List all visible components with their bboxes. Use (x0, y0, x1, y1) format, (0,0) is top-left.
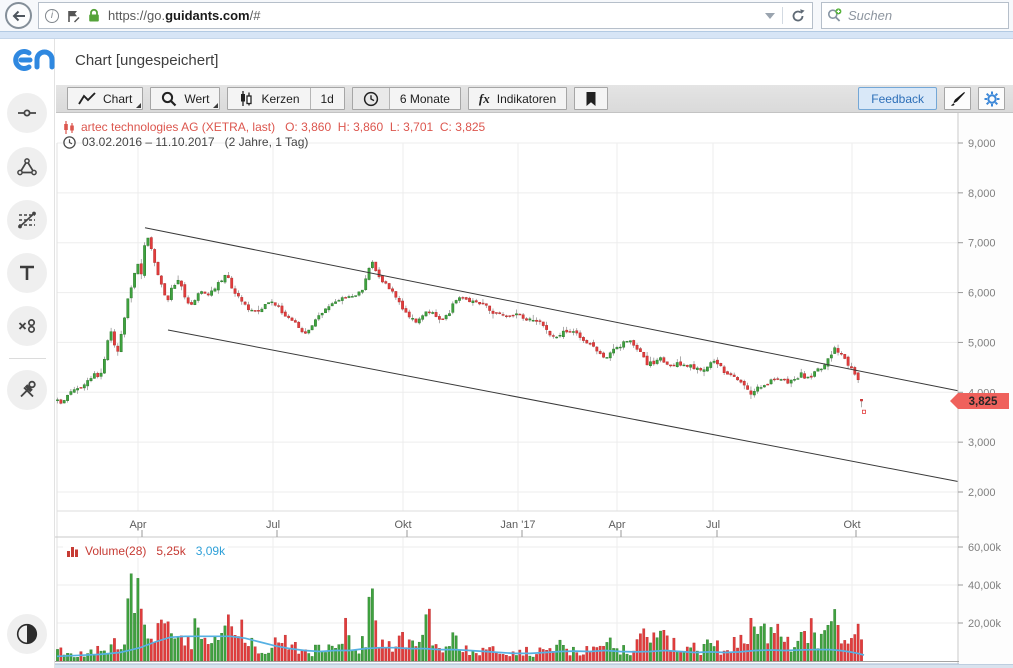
trendline-icon (18, 109, 36, 117)
page-info-icon[interactable]: i (45, 8, 59, 23)
candle-interval-group: Kerzen 1d (227, 87, 345, 110)
svg-text:40,00k: 40,00k (968, 580, 1002, 592)
instrument-name[interactable]: artec technologies AG (XETRA, last) (81, 120, 275, 134)
toolbox-button[interactable] (7, 370, 47, 410)
page: i https://go.guidants.com/# Suchen Chart… (0, 0, 1013, 668)
pattern-icon (17, 158, 37, 176)
bookmark-icon (586, 91, 596, 106)
indikatoren-button[interactable]: fx Indikatoren (467, 87, 568, 110)
chart-area[interactable]: Apr Jul Okt Jan '17 Apr Jul Okt 9,000 8,000 7,000… (55, 113, 1013, 668)
toolbar-right-group: Feedback (858, 87, 1013, 110)
text-tool-icon (20, 265, 34, 280)
chart-type-button[interactable]: Chart (67, 87, 144, 110)
browser-toolbar: i https://go.guidants.com/# (0, 0, 1013, 31)
interval-label: 1d (320, 91, 334, 106)
divider (782, 7, 783, 24)
theme-brush-button[interactable] (944, 87, 971, 110)
dropdown-corner (213, 103, 219, 108)
brush-icon (950, 91, 965, 106)
candlestick-icon (241, 91, 253, 106)
svg-text:Jul: Jul (706, 519, 720, 531)
candle-legend-icon (64, 120, 74, 134)
contrast-toggle-button[interactable] (7, 614, 47, 654)
kerzen-label: Kerzen (261, 91, 300, 106)
clock-small-icon (63, 135, 76, 149)
guidants-logo[interactable] (9, 45, 57, 75)
sidebar-divider (9, 358, 46, 359)
time-range-icon-segment[interactable] (352, 88, 389, 109)
url-bar[interactable]: i https://go.guidants.com/# (38, 2, 813, 29)
svg-text:20,00k: 20,00k (968, 618, 1002, 630)
svg-text:6,000: 6,000 (968, 288, 996, 300)
search-input[interactable] (848, 8, 988, 23)
clock-icon (363, 91, 379, 106)
volume-average-value: 3,09k (195, 544, 226, 558)
https-lock-icon[interactable] (87, 8, 101, 23)
settings-button[interactable] (978, 87, 1005, 110)
svg-text:8,000: 8,000 (968, 188, 996, 200)
svg-text:60,00k: 60,00k (968, 542, 1002, 554)
svg-text:Okt: Okt (394, 519, 411, 531)
fx-icon: fx (478, 90, 490, 106)
svg-text:Okt: Okt (843, 519, 860, 531)
volume-legend-icon (67, 547, 78, 557)
left-arrow-icon (12, 10, 25, 21)
svg-text:5,000: 5,000 (968, 337, 996, 349)
price-volume-chart[interactable]: Apr Jul Okt Jan '17 Apr Jul Okt 9,000 8,000 7,000… (55, 113, 1013, 668)
svg-text:Jul: Jul (266, 519, 280, 531)
pattern-tool-button[interactable] (7, 147, 47, 187)
feedback-label: Feedback (871, 91, 924, 106)
gear-icon (984, 91, 999, 106)
volume-current-value: 5,25k (156, 544, 186, 558)
history-dropdown-icon[interactable] (765, 12, 775, 19)
price-legend[interactable]: artec technologies AG (XETRA, last) O: 3… (63, 120, 485, 134)
volume-legend[interactable]: Volume(28) 5,25k 3,09k (63, 544, 229, 558)
magnifier-icon (162, 91, 177, 106)
toolbar-accent-strip (0, 31, 1013, 39)
notes-icon[interactable] (66, 9, 80, 23)
search-box[interactable] (821, 2, 1009, 29)
erase-tool-icon (18, 319, 36, 333)
svg-text:3,825: 3,825 (969, 396, 998, 408)
page-title: Chart [ungespeichert] (75, 52, 219, 69)
time-range-group: 6 Monate (351, 87, 461, 110)
time-range-label: 6 Monate (399, 91, 450, 106)
wert-button-label: Wert (184, 91, 210, 106)
tools-icon (20, 380, 36, 398)
fibonacci-icon (18, 211, 36, 229)
chart-toolbar: Chart Wert Kerzen 1d 6 Monate fx Indikat… (56, 85, 1013, 113)
bookmark-button[interactable] (574, 87, 609, 110)
svg-text:7,000: 7,000 (968, 238, 996, 250)
reload-icon[interactable] (790, 8, 806, 24)
svg-text:2,000: 2,000 (968, 487, 996, 499)
fibonacci-tool-button[interactable] (7, 200, 47, 240)
svg-text:9,000: 9,000 (968, 138, 996, 150)
svg-text:Apr: Apr (608, 519, 625, 531)
period-label: (2 Jahre, 1 Tag) (224, 135, 309, 149)
trendline-tool-button[interactable] (7, 93, 47, 133)
chart-button-label: Chart (103, 91, 133, 106)
erase-tool-button[interactable] (7, 306, 47, 346)
dropdown-corner (136, 103, 142, 108)
interval-button[interactable]: 1d (309, 88, 344, 109)
date-range: 03.02.2016 – 11.10.2017 (82, 135, 215, 149)
range-legend[interactable]: 03.02.2016 – 11.10.2017 (2 Jahre, 1 Tag) (63, 135, 308, 149)
svg-text:Apr: Apr (129, 519, 146, 531)
svg-text:3,000: 3,000 (968, 437, 996, 449)
text-tool-button[interactable] (7, 253, 47, 293)
wert-button[interactable]: Wert (150, 87, 221, 110)
time-range-button[interactable]: 6 Monate (388, 88, 460, 109)
contrast-icon (16, 623, 38, 645)
search-icon[interactable] (827, 8, 843, 23)
feedback-button[interactable]: Feedback (858, 87, 937, 110)
line-chart-icon (78, 91, 96, 105)
indikatoren-label: Indikatoren (496, 91, 557, 106)
volume-label: Volume(28) (85, 544, 147, 558)
kerzen-button[interactable]: Kerzen (228, 88, 309, 109)
drawing-tools-sidebar (0, 39, 55, 668)
url-text[interactable]: https://go.guidants.com/# (108, 8, 260, 23)
ohlc-values: O: 3,860 H: 3,860 L: 3,701 C: 3,825 (285, 120, 486, 134)
svg-text:Jan '17: Jan '17 (500, 519, 535, 531)
back-button[interactable] (5, 2, 32, 29)
